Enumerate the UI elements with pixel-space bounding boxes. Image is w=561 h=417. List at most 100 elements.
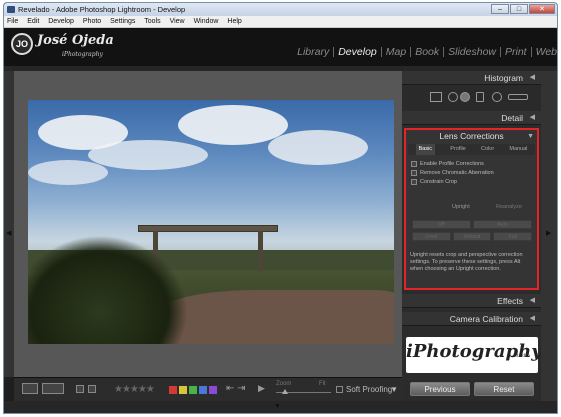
enable-profile-corrections-checkbox[interactable]: Enable Profile Corrections: [410, 160, 534, 169]
lens-corrections-panel: Lens Corrections ▼ Basic Profile Color Ma…: [404, 128, 539, 290]
image-canvas[interactable]: [14, 71, 402, 377]
tab-manual[interactable]: Manual: [509, 144, 527, 155]
menu-develop[interactable]: Develop: [48, 18, 74, 25]
upright-vertical-button[interactable]: Vertical: [452, 232, 492, 241]
module-map[interactable]: Map: [380, 47, 406, 57]
upright-auto-button[interactable]: Auto: [473, 220, 532, 229]
upright-level-button[interactable]: Level: [412, 232, 451, 241]
close-button[interactable]: ✕: [529, 4, 555, 14]
checkbox-box[interactable]: [411, 179, 417, 185]
menu-window[interactable]: Window: [194, 18, 219, 25]
logo-badge: JO: [11, 33, 33, 55]
panel-buttons: Previous Reset: [402, 377, 541, 401]
remove-chromatic-aberration-checkbox[interactable]: Remove Chromatic Aberration: [410, 169, 534, 178]
graduated-filter-icon[interactable]: [476, 92, 484, 102]
minimize-button[interactable]: –: [491, 4, 509, 14]
app-window: Revelado - Adobe Photoshop Lightroom - D…: [3, 2, 558, 414]
menu-settings[interactable]: Settings: [110, 18, 135, 25]
identity-plate: JO José Ojeda iPhotography Library Devel…: [4, 28, 557, 66]
lens-corrections-header[interactable]: Lens Corrections ▼: [406, 130, 537, 143]
checkbox-box[interactable]: [411, 170, 417, 176]
reset-button[interactable]: Reset: [474, 382, 534, 396]
module-web[interactable]: Web: [530, 47, 557, 57]
upright-buttons-row1: Off Auto: [412, 220, 532, 229]
reject-flag-icon[interactable]: [88, 385, 96, 393]
spot-removal-icon[interactable]: [448, 92, 458, 102]
zoom-slider-knob[interactable]: [282, 389, 288, 394]
expand-icon: ▼: [527, 133, 534, 140]
upright-buttons-row2: Level Vertical Full: [412, 232, 533, 241]
soft-proofing-checkbox[interactable]: [336, 386, 343, 393]
toolbar-menu-chevron-icon[interactable]: ▼: [390, 385, 398, 394]
module-book[interactable]: Book: [410, 47, 439, 57]
tab-profile[interactable]: Profile: [450, 144, 466, 155]
camera-calibration-panel-header[interactable]: Camera Calibration ◀: [402, 312, 541, 326]
flag-icon[interactable]: [76, 385, 84, 393]
zoom-label: Zoom: [276, 381, 292, 387]
left-panel-toggle[interactable]: ◀: [4, 71, 14, 377]
color-labels: [169, 386, 219, 394]
maximize-button[interactable]: □: [510, 4, 528, 14]
menu-file[interactable]: File: [7, 18, 18, 25]
tab-basic[interactable]: Basic: [415, 144, 436, 155]
down-arrow-icon: ▼: [274, 403, 281, 410]
module-develop[interactable]: Develop: [333, 47, 377, 57]
collapse-icon: ◀: [529, 74, 535, 81]
upright-off-button[interactable]: Off: [412, 220, 471, 229]
camera-calibration-title: Camera Calibration: [449, 314, 523, 324]
histogram-title: Histogram: [484, 73, 523, 83]
brand-name: José Ojeda: [37, 33, 114, 48]
filmstrip-toolbar: ★★★★★ ⇤ ⇥ ▶ Zoom Fit Soft Proofing ▼: [14, 377, 402, 401]
prev-next-arrows-icon[interactable]: ⇤ ⇥: [226, 383, 246, 394]
collapse-icon: ◀: [529, 315, 535, 322]
menu-photo[interactable]: Photo: [83, 18, 101, 25]
constrain-crop-checkbox[interactable]: Constrain Crop: [410, 178, 534, 187]
menu-tools[interactable]: Tools: [144, 18, 160, 25]
window-controls: – □ ✕: [490, 4, 555, 15]
module-slideshow[interactable]: Slideshow: [443, 47, 496, 57]
radial-filter-icon[interactable]: [492, 92, 502, 102]
color-label-blue[interactable]: [199, 386, 207, 394]
menu-view[interactable]: View: [170, 18, 185, 25]
brand-subtitle: iPhotography: [62, 51, 103, 58]
play-icon[interactable]: ▶: [258, 383, 265, 394]
lens-corrections-title: Lens Corrections: [439, 131, 504, 141]
color-label-purple[interactable]: [209, 386, 217, 394]
crop-icon[interactable]: [430, 92, 442, 102]
watermark-logo: iPhotography Studio: [406, 337, 542, 373]
color-label-yellow[interactable]: [179, 386, 187, 394]
checkbox-box[interactable]: [411, 161, 417, 167]
detail-panel-header[interactable]: Detail ◀: [402, 111, 541, 125]
module-library[interactable]: Library: [293, 47, 329, 58]
menu-help[interactable]: Help: [227, 18, 241, 25]
effects-panel-header[interactable]: Effects ◀: [402, 294, 541, 308]
before-after-button[interactable]: [42, 383, 64, 394]
upright-full-button[interactable]: Full: [493, 232, 533, 241]
color-label-red[interactable]: [169, 386, 177, 394]
right-panel-toggle[interactable]: ▶: [541, 71, 557, 401]
module-print[interactable]: Print: [500, 47, 527, 57]
right-panel: Histogram ◀ Detail ◀ Lens Corrections ▼ Bas…: [402, 71, 542, 401]
upright-note: Upright resets crop and perspective corr…: [410, 252, 523, 273]
soft-proofing-toggle[interactable]: Soft Proofing: [336, 385, 392, 394]
collapse-icon: ◀: [529, 297, 535, 304]
tab-color[interactable]: Color: [481, 144, 494, 155]
detail-title: Detail: [501, 113, 523, 123]
upright-label: Upright: [452, 204, 470, 210]
reanalyze-button[interactable]: Reanalyze: [496, 204, 522, 210]
photo-preview: [28, 100, 394, 344]
adjustment-brush-icon[interactable]: [508, 94, 528, 100]
menu-edit[interactable]: Edit: [27, 18, 39, 25]
star-rating[interactable]: ★★★★★: [114, 384, 155, 395]
filmstrip-toggle[interactable]: ▼: [4, 401, 557, 413]
histogram-panel-header[interactable]: Histogram ◀: [402, 71, 541, 85]
color-label-green[interactable]: [189, 386, 197, 394]
checkbox-label: Constrain Crop: [420, 179, 457, 185]
window-title: Revelado - Adobe Photoshop Lightroom - D…: [18, 5, 186, 14]
loupe-view-button[interactable]: [22, 383, 38, 394]
tool-strip: [402, 85, 541, 111]
red-eye-icon[interactable]: [460, 92, 470, 102]
right-arrow-icon: ▶: [546, 230, 552, 237]
previous-button[interactable]: Previous: [410, 382, 470, 396]
collapse-icon: ◀: [529, 114, 535, 121]
